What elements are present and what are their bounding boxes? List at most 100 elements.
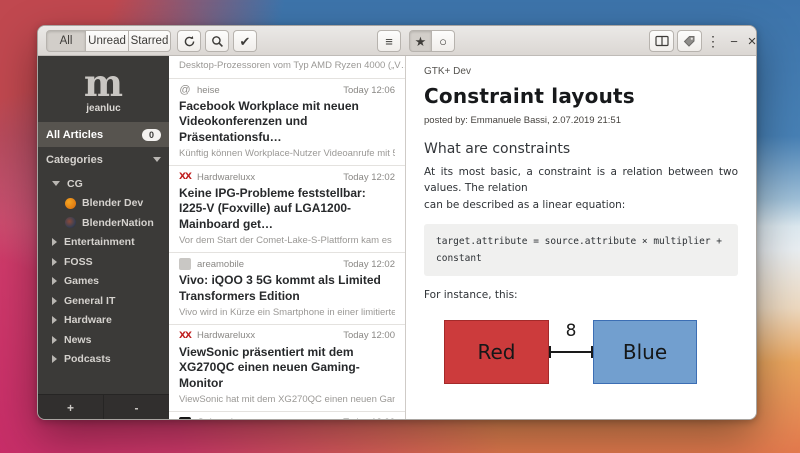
feed-name: Hardwareluxx [197, 171, 256, 183]
chevron-right-icon[interactable] [52, 277, 57, 286]
close-icon: × [747, 32, 757, 50]
article-time: Today 12:02 [343, 171, 395, 183]
chevron-right-icon[interactable] [52, 316, 57, 325]
refresh-icon [183, 35, 196, 48]
sidebar-item-hardware[interactable]: Hardware [38, 311, 169, 331]
blendernation-feed-icon [65, 217, 76, 229]
article-title: Keine IPG-Probleme feststellbar: I225-V … [179, 186, 366, 231]
chevron-right-icon[interactable] [52, 238, 57, 247]
category-label: CG [67, 177, 83, 190]
category-tree: CG Blender Dev BlenderNation Entertainme… [38, 172, 169, 369]
list-menu-button[interactable]: ≡ [377, 30, 401, 52]
tag-icon [683, 35, 696, 48]
mark-read-button[interactable]: ✔ [233, 30, 257, 52]
chevron-right-icon[interactable] [52, 335, 57, 344]
tab-starred[interactable]: Starred [129, 30, 171, 52]
article-paragraph: At its most basic, a constraint is a rel… [424, 166, 738, 195]
sidebar-item-news[interactable]: News [38, 330, 169, 350]
article-view-title: Constraint layouts [424, 84, 635, 108]
article-view: GTK+ Dev Constraint layouts posted by: E… [406, 56, 756, 419]
account-name: jeanluc [86, 103, 121, 114]
article-byline: posted by: Emmanuele Bassi, 2.07.2019 21… [424, 115, 621, 126]
sidebar-item-general-it[interactable]: General IT [38, 291, 169, 311]
article-summary: Künftig können Workplace-Nutzer Videoanr… [179, 148, 395, 160]
unread-count-badge: 0 [141, 128, 161, 141]
article-summary: Vor dem Start der Comet-Lake-S-Plattform… [179, 235, 395, 247]
category-label: FOSS [64, 255, 93, 268]
category-label: General IT [64, 294, 116, 307]
remove-feed-button[interactable]: - [104, 395, 169, 419]
search-icon [211, 35, 224, 48]
mark-unread-button[interactable]: ○ [432, 30, 455, 52]
list-item[interactable]: XX Hardwareluxx Today 12:00 ViewSonic pr… [169, 325, 405, 412]
tab-all[interactable]: All [46, 30, 86, 52]
tag-button[interactable] [677, 30, 702, 52]
desktop-wallpaper: All Unread Starred ✔ ≡ ★ ○ ⋮ − × m jeanl… [0, 0, 800, 453]
article-list: Desktop-Prozessoren vom Typ AMD Ryzen 40… [169, 56, 406, 419]
category-label: Hardware [64, 314, 112, 327]
constraint-diagram: Red 8 Blue [424, 316, 738, 391]
kebab-menu-icon: ⋮ [706, 33, 720, 49]
search-button[interactable] [205, 30, 229, 52]
blender-dev-feed-icon [65, 197, 76, 209]
article-summary: ViewSonic hat mit dem XG270QC einen neue… [179, 393, 395, 405]
categories-header[interactable]: Categories [38, 147, 169, 172]
sidebar-item-blendernation[interactable]: BlenderNation [38, 213, 169, 233]
sidebar-item-games[interactable]: Games [38, 272, 169, 292]
category-label: Entertainment [64, 236, 135, 249]
refresh-button[interactable] [177, 30, 201, 52]
feed-name: heise [197, 84, 220, 96]
all-articles-label: All Articles [46, 128, 104, 141]
sidebar-item-all-articles[interactable]: All Articles 0 [38, 122, 169, 147]
connector-end-tick [549, 345, 551, 358]
list-item[interactable]: Golem.de Today 12:00 Maneater im Test: B… [169, 412, 405, 419]
app-menu-button[interactable]: ⋮ [704, 30, 722, 52]
close-button[interactable]: × [744, 30, 757, 52]
article-title: ViewSonic präsentiert mit dem XG270QC ei… [179, 344, 360, 390]
article-time: Today 12:06 [343, 84, 395, 96]
hamburger-icon: ≡ [385, 33, 393, 49]
list-item[interactable]: @ heise Today 12:06 Facebook Workplace m… [169, 79, 405, 167]
minimize-button[interactable]: − [726, 30, 742, 52]
circle-icon: ○ [439, 33, 447, 49]
sidebar-item-podcasts[interactable]: Podcasts [38, 350, 169, 370]
reader-mode-button[interactable] [649, 30, 674, 52]
diagram-gap-value: 8 [565, 320, 577, 341]
diagram-blue-box: Blue [593, 319, 697, 384]
list-item-partial[interactable]: Desktop-Prozessoren vom Typ AMD Ryzen 40… [169, 56, 405, 79]
feed-name: Golem.de [197, 417, 238, 419]
service-logo: m [83, 61, 124, 105]
minimize-icon: − [730, 33, 738, 49]
sidebar: m jeanluc All Articles 0 Categories CG B… [38, 56, 169, 419]
account-block: m jeanluc [38, 56, 169, 122]
chevron-down-icon[interactable] [52, 181, 60, 187]
sidebar-item-entertainment[interactable]: Entertainment [38, 233, 169, 253]
tab-unread[interactable]: Unread [86, 30, 129, 52]
hardwareluxx-feed-icon: XX [179, 172, 192, 183]
areamobile-feed-icon [179, 258, 191, 271]
add-feed-button[interactable]: + [38, 395, 104, 419]
chevron-down-icon [153, 157, 161, 162]
titlebar[interactable]: All Unread Starred ✔ ≡ ★ ○ ⋮ − × [38, 26, 756, 56]
sidebar-item-cg[interactable]: CG [38, 174, 169, 194]
star-article-button[interactable]: ★ [409, 30, 432, 52]
category-label: Podcasts [64, 353, 111, 366]
article-time: Today 12:00 [343, 330, 395, 342]
sidebar-item-blender-dev[interactable]: Blender Dev [38, 194, 169, 214]
check-icon: ✔ [239, 33, 251, 49]
article-time: Today 12:00 [343, 417, 395, 419]
list-item[interactable]: XX Hardwareluxx Today 12:02 Keine IPG-Pr… [169, 166, 405, 254]
article-time: Today 12:02 [343, 258, 395, 270]
code-block: target.attribute = source.attribute × mu… [424, 223, 738, 276]
chevron-right-icon[interactable] [52, 257, 57, 266]
chevron-right-icon[interactable] [52, 355, 57, 364]
sidebar-footer: + - [38, 394, 169, 419]
list-item[interactable]: areamobile Today 12:02 Vivo: iQOO 3 5G k… [169, 253, 405, 325]
book-icon [654, 35, 669, 47]
feed-label: Blender Dev [82, 197, 144, 210]
article-title: Vivo: iQOO 3 5G kommt als Limited Transf… [179, 273, 381, 303]
feed-label: BlenderNation [82, 216, 154, 229]
feed-name: Hardwareluxx [197, 330, 256, 342]
chevron-right-icon[interactable] [52, 296, 57, 305]
sidebar-item-foss[interactable]: FOSS [38, 252, 169, 272]
